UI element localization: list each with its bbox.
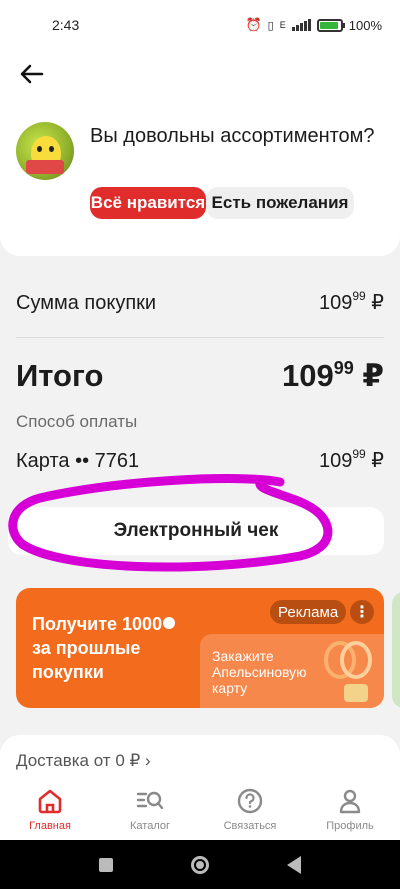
card-label: Карта •• 7761 — [16, 450, 140, 472]
feedback-card: Вы довольны ассортиментом? Всё нравится … — [0, 50, 400, 256]
total-label: Итого — [16, 358, 104, 393]
alarm-icon: ⏰ — [245, 17, 262, 32]
back-arrow-icon[interactable] — [16, 58, 48, 90]
e-receipt-button[interactable]: Электронный чек — [8, 507, 384, 555]
have-wishes-button[interactable]: Есть пожелания — [206, 187, 354, 219]
signal-icon — [291, 19, 311, 31]
status-icons: ⏰ ▯ E 100% — [245, 17, 382, 33]
recents-icon[interactable] — [99, 857, 113, 872]
purchase-sum-label: Сумма покупки — [16, 292, 157, 314]
next-promo-peek[interactable] — [392, 592, 400, 708]
question-chat-icon — [237, 788, 263, 814]
total-row: Итого 10999 ₽ — [16, 358, 384, 394]
bottom-tab-bar: Главная Каталог Связаться Профиль — [0, 780, 400, 840]
divider — [16, 337, 384, 338]
tab-catalog[interactable]: Каталог — [100, 780, 200, 840]
orange-card-image: Закажите Апельсиновую карту — [200, 634, 384, 708]
more-options-icon[interactable]: ⋮ — [350, 600, 374, 624]
tab-home[interactable]: Главная — [0, 780, 100, 840]
coin-icon — [163, 617, 176, 630]
mascot-avatar — [16, 122, 74, 180]
rings-logo-icon — [324, 641, 372, 679]
card-promo-text: Закажите Апельсиновую карту — [212, 648, 307, 696]
status-bar: 2:43 ⏰ ▯ E 100% — [0, 0, 400, 50]
feedback-question: Вы довольны ассортиментом? — [90, 125, 375, 147]
home-circle-icon[interactable] — [191, 855, 209, 874]
purchase-sum-row: Сумма покупки 10999 ₽ — [16, 289, 384, 315]
delivery-text: Доставка от 0 ₽ › — [16, 751, 151, 770]
card-chip-icon — [344, 684, 368, 702]
network-type: E — [279, 20, 286, 30]
system-nav-bar — [0, 840, 400, 889]
profile-icon — [339, 789, 361, 814]
promo-banner[interactable]: Получите 1000 за прошлые покупки Закажит… — [16, 588, 384, 708]
payment-method-label: Способ оплаты — [16, 412, 138, 431]
catalog-search-icon — [136, 791, 164, 810]
promo-text: Получите 1000 за прошлые покупки — [32, 612, 212, 684]
back-triangle-icon[interactable] — [287, 855, 301, 874]
ad-badge[interactable]: Реклама — [270, 600, 347, 624]
status-time: 2:43 — [52, 17, 80, 33]
like-all-button[interactable]: Всё нравится — [90, 187, 206, 219]
tab-contact[interactable]: Связаться — [200, 780, 300, 840]
total-value: 10999 ₽ — [282, 357, 384, 393]
card-value: 10999 ₽ — [318, 447, 384, 472]
delivery-card[interactable]: Доставка от 0 ₽ › — [0, 735, 400, 785]
vibrate-icon: ▯ — [267, 19, 274, 32]
battery-percent: 100% — [348, 17, 382, 33]
home-icon — [38, 789, 62, 814]
tab-profile[interactable]: Профиль — [300, 780, 400, 840]
battery-icon — [316, 18, 345, 32]
purchase-sum-value: 10999 ₽ — [318, 289, 384, 314]
card-row: Карта •• 7761 10999 ₽ — [16, 447, 384, 473]
